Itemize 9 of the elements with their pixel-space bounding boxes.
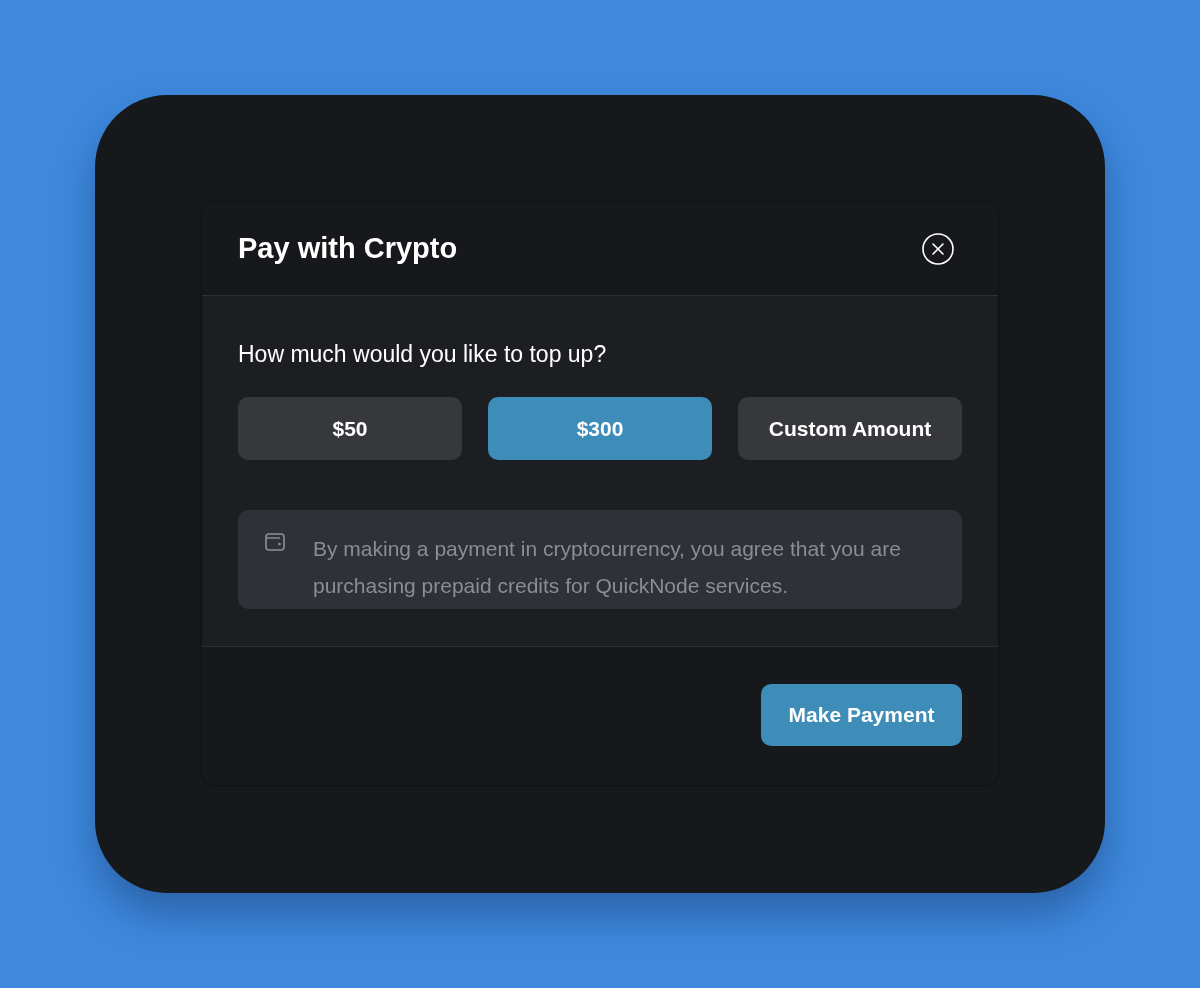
amount-option[interactable]: $50 [238,397,462,460]
amount-option[interactable]: $300 [488,397,712,460]
wallet-icon [265,533,285,551]
notice-text: By making a payment in cryptocurrency, you agree that you are purchasing prepaid credits for QuickNode services. [313,536,902,599]
make-payment-button[interactable]: Make Payment [761,684,962,746]
question-text: How much would you like to top up? [238,340,608,369]
close-icon[interactable] [922,232,954,265]
dialog-title: Pay with Crypto [238,232,458,265]
amount-option[interactable]: Custom Amount [738,397,962,460]
